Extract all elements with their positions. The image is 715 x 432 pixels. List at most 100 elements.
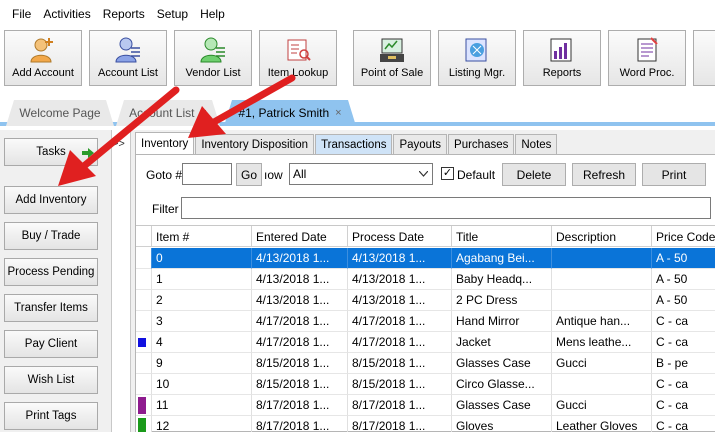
goto-input[interactable] [182, 163, 232, 185]
inner-tab-strip: Inventory Inventory Disposition Transact… [135, 132, 558, 154]
cell-process-date: 4/13/2018 1... [348, 269, 452, 290]
refresh-button[interactable]: Refresh [572, 163, 636, 186]
account-list-button[interactable]: Account List [89, 30, 167, 86]
cell-entered-date: 8/15/2018 1... [252, 374, 348, 395]
column-header-title[interactable]: Title [452, 226, 552, 247]
point-of-sale-icon [380, 38, 404, 62]
column-header-description[interactable]: Description [552, 226, 652, 247]
cell-description [552, 374, 652, 395]
table-row[interactable]: 4 4/17/2018 1... 4/17/2018 1... Jacket Mens … [136, 332, 715, 353]
inventory-panel: Goto # Go ıow All ✓ Default Delete Refre… [135, 154, 715, 432]
tab-account-list[interactable]: Account List × [116, 100, 220, 126]
cell-process-date: 8/17/2018 1... [348, 416, 452, 432]
show-select[interactable]: All [289, 163, 433, 185]
point-of-sale-button[interactable]: Point of Sale [353, 30, 431, 86]
row-indicator [136, 353, 152, 374]
cell-item: 3 [152, 311, 252, 332]
cell-description [552, 269, 652, 290]
tab-purchases[interactable]: Purchases [448, 134, 515, 154]
menu-file[interactable]: File [6, 7, 37, 21]
filter-input[interactable] [181, 197, 711, 219]
cell-item: 11 [152, 395, 252, 416]
tab-notes[interactable]: Notes [515, 134, 558, 154]
table-row[interactable]: 9 8/15/2018 1... 8/15/2018 1... Glasses Cas… [136, 353, 715, 374]
cell-item: 2 [152, 290, 252, 311]
cell-entered-date: 8/15/2018 1... [252, 353, 348, 374]
column-header-process-date[interactable]: Process Date [348, 226, 452, 247]
table-row[interactable]: 3 4/17/2018 1... 4/17/2018 1... Hand Mirror… [136, 311, 715, 332]
cell-description: Gucci [552, 353, 652, 374]
close-icon[interactable]: × [335, 107, 341, 119]
document-tab-strip: Welcome Page Account List × #1, Patrick … [0, 92, 715, 126]
tab-patrick-smith[interactable]: #1, Patrick Smith × [224, 100, 356, 126]
cell-price-code: A - 50 [652, 290, 715, 311]
task-sidebar: Tasks Add Inventory Buy / Trade Process … [0, 130, 112, 432]
print-button[interactable]: Print [642, 163, 706, 186]
process-pending-button[interactable]: Process Pending [4, 258, 98, 286]
cell-title: 2 PC Dress [452, 290, 552, 311]
cell-price-code: C - ca [652, 374, 715, 395]
cell-title: Gloves [452, 416, 552, 432]
print-tags-button[interactable]: Print Tags [4, 402, 98, 430]
cell-entered-date: 8/17/2018 1... [252, 395, 348, 416]
column-header-price-code[interactable]: Price Code [652, 226, 715, 247]
table-row[interactable]: 12 8/17/2018 1... 8/17/2018 1... Gloves Leat… [136, 416, 715, 432]
color-flag-marker [138, 418, 146, 432]
cell-item: 9 [152, 353, 252, 374]
delete-button[interactable]: Delete [502, 163, 566, 186]
table-row[interactable]: 2 4/13/2018 1... 4/13/2018 1... 2 PC Dress A… [136, 290, 715, 311]
cell-process-date: 4/13/2018 1... [348, 290, 452, 311]
account-detail-panel: Inventory Inventory Disposition Transact… [130, 130, 715, 432]
menu-help[interactable]: Help [194, 7, 231, 21]
add-account-icon [30, 38, 53, 63]
buy-trade-button[interactable]: Buy / Trade [4, 222, 98, 250]
goto-label: Goto # [146, 168, 183, 182]
default-label: Default [457, 168, 496, 182]
close-icon[interactable]: × [200, 107, 206, 119]
menu-reports[interactable]: Reports [97, 7, 151, 21]
item-lookup-button[interactable]: Item Lookup [259, 30, 337, 86]
table-row[interactable]: 11 8/17/2018 1... 8/17/2018 1... Glasses Ca… [136, 395, 715, 416]
add-inventory-button[interactable]: Add Inventory [4, 186, 98, 214]
vendor-list-button[interactable]: Vendor List [174, 30, 252, 86]
cell-entered-date: 4/13/2018 1... [252, 269, 348, 290]
reports-button[interactable]: Reports [523, 30, 601, 86]
table-row[interactable]: 1 4/13/2018 1... 4/13/2018 1... Baby Headq.… [136, 269, 715, 290]
cell-entered-date: 4/17/2018 1... [252, 332, 348, 353]
reports-icon [550, 38, 572, 62]
column-header-item[interactable]: Item # [152, 226, 252, 247]
menu-setup[interactable]: Setup [151, 7, 194, 21]
tasks-button[interactable]: Tasks [4, 138, 98, 166]
row-indicator [136, 311, 152, 332]
collapse-sidebar-button[interactable]: >> [112, 138, 125, 150]
tab-inventory[interactable]: Inventory [135, 132, 195, 154]
cell-title: Agabang Bei... [452, 248, 552, 269]
row-indicator [136, 416, 152, 432]
tab-transactions[interactable]: Transactions [315, 134, 393, 154]
column-header-entered-date[interactable]: Entered Date [252, 226, 348, 247]
tab-welcome-page[interactable]: Welcome Page [6, 100, 114, 126]
listing-manager-icon [465, 38, 487, 62]
word-processor-button[interactable]: Word Proc. [608, 30, 686, 86]
menu-activities[interactable]: Activities [37, 7, 96, 21]
table-row[interactable]: 10 8/15/2018 1... 8/15/2018 1... Circo Glas… [136, 374, 715, 395]
listing-manager-button[interactable]: Listing Mgr. [438, 30, 516, 86]
tab-payouts[interactable]: Payouts [393, 134, 448, 154]
default-checkbox[interactable]: ✓ [441, 167, 454, 180]
tab-inventory-disposition[interactable]: Inventory Disposition [195, 134, 315, 154]
cell-item: 12 [152, 416, 252, 432]
cell-process-date: 4/13/2018 1... [348, 248, 452, 269]
pay-client-button[interactable]: Pay Client [4, 330, 98, 358]
toolbar-overflow-button[interactable] [693, 30, 715, 86]
go-button[interactable]: Go [236, 163, 262, 186]
cell-item: 1 [152, 269, 252, 290]
show-label: ıow [264, 168, 283, 182]
cell-entered-date: 4/13/2018 1... [252, 290, 348, 311]
transfer-items-button[interactable]: Transfer Items [4, 294, 98, 322]
wish-list-button[interactable]: Wish List [4, 366, 98, 394]
add-account-button[interactable]: Add Account [4, 30, 82, 86]
row-indicator [136, 395, 152, 416]
row-indicator [136, 332, 152, 353]
table-row[interactable]: 0 4/13/2018 1... 4/13/2018 1... Agabang Bei… [136, 248, 715, 269]
grid-header: Item # Entered Date Process Date Title D… [136, 226, 715, 247]
